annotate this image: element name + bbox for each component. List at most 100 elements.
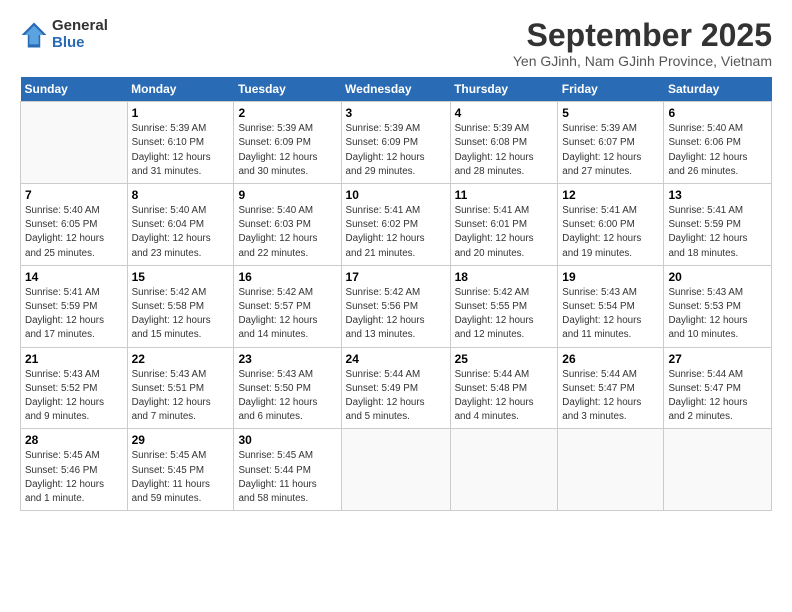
month-title: September 2025 <box>513 18 772 53</box>
day-cell <box>664 429 772 511</box>
week-row-1: 1Sunrise: 5:39 AMSunset: 6:10 PMDaylight… <box>21 102 772 184</box>
day-cell: 6Sunrise: 5:40 AMSunset: 6:06 PMDaylight… <box>664 102 772 184</box>
week-row-5: 28 Sunrise: 5:45 AMSunset: 5:46 PMDayligh… <box>21 429 772 511</box>
day-info: Sunrise: 5:41 AMSunset: 5:59 PMDaylight:… <box>668 204 767 261</box>
day-info: Sunrise: 5:43 AMSunset: 5:53 PMDaylight:… <box>668 286 767 343</box>
day-number: 21 <box>25 352 123 366</box>
day-cell: 20 Sunrise: 5:43 AMSunset: 5:53 PMDayligh… <box>664 265 772 347</box>
day-info: Sunrise: 5:39 AMSunset: 6:09 PMDaylight:… <box>346 122 446 179</box>
day-cell: 14 Sunrise: 5:41 AMSunset: 5:59 PMDayligh… <box>21 265 128 347</box>
day-cell: 21 Sunrise: 5:43 AMSunset: 5:52 PMDayligh… <box>21 347 128 429</box>
day-info: Sunrise: 5:43 AMSunset: 5:54 PMDaylight:… <box>562 286 659 343</box>
day-info: Sunrise: 5:40 AMSunset: 6:05 PMDaylight:… <box>25 204 123 261</box>
day-cell: 17 Sunrise: 5:42 AMSunset: 5:56 PMDayligh… <box>341 265 450 347</box>
day-header-monday: Monday <box>127 77 234 102</box>
day-number: 10 <box>346 188 446 202</box>
day-cell: 9Sunrise: 5:40 AMSunset: 6:03 PMDaylight… <box>234 184 341 266</box>
day-number: 29 <box>132 433 230 447</box>
calendar-table: SundayMondayTuesdayWednesdayThursdayFrid… <box>20 77 772 511</box>
day-cell: 24Sunrise: 5:44 AMSunset: 5:49 PMDayligh… <box>341 347 450 429</box>
day-cell: 3 Sunrise: 5:39 AMSunset: 6:09 PMDaylight… <box>341 102 450 184</box>
day-info: Sunrise: 5:42 AMSunset: 5:58 PMDaylight:… <box>132 286 230 343</box>
page: General Blue September 2025 Yen GJinh, N… <box>0 0 792 521</box>
day-info: Sunrise: 5:45 AMSunset: 5:45 PMDaylight:… <box>132 449 230 506</box>
day-cell <box>341 429 450 511</box>
day-info: Sunrise: 5:39 AMSunset: 6:09 PMDaylight:… <box>238 122 336 179</box>
day-number: 4 <box>455 106 554 120</box>
day-cell: 12Sunrise: 5:41 AMSunset: 6:00 PMDayligh… <box>558 184 664 266</box>
day-info: Sunrise: 5:43 AMSunset: 5:51 PMDaylight:… <box>132 368 230 425</box>
header-row: SundayMondayTuesdayWednesdayThursdayFrid… <box>21 77 772 102</box>
day-cell: 2Sunrise: 5:39 AMSunset: 6:09 PMDaylight… <box>234 102 341 184</box>
week-row-2: 7 Sunrise: 5:40 AMSunset: 6:05 PMDaylight… <box>21 184 772 266</box>
logo-general: General <box>52 18 108 35</box>
day-number: 20 <box>668 270 767 284</box>
day-cell: 10 Sunrise: 5:41 AMSunset: 6:02 PMDayligh… <box>341 184 450 266</box>
day-info: Sunrise: 5:39 AMSunset: 6:07 PMDaylight:… <box>562 122 659 179</box>
day-header-wednesday: Wednesday <box>341 77 450 102</box>
day-info: Sunrise: 5:41 AMSunset: 6:01 PMDaylight:… <box>455 204 554 261</box>
day-info: Sunrise: 5:41 AMSunset: 6:02 PMDaylight:… <box>346 204 446 261</box>
day-number: 17 <box>346 270 446 284</box>
day-cell <box>21 102 128 184</box>
day-info: Sunrise: 5:45 AMSunset: 5:46 PMDaylight:… <box>25 449 123 506</box>
day-cell: 15 Sunrise: 5:42 AMSunset: 5:58 PMDayligh… <box>127 265 234 347</box>
day-cell: 29 Sunrise: 5:45 AMSunset: 5:45 PMDayligh… <box>127 429 234 511</box>
day-number: 18 <box>455 270 554 284</box>
day-number: 12 <box>562 188 659 202</box>
day-number: 27 <box>668 352 767 366</box>
logo: General Blue <box>20 18 108 51</box>
day-cell: 28 Sunrise: 5:45 AMSunset: 5:46 PMDayligh… <box>21 429 128 511</box>
day-header-tuesday: Tuesday <box>234 77 341 102</box>
day-number: 16 <box>238 270 336 284</box>
day-info: Sunrise: 5:41 AMSunset: 5:59 PMDaylight:… <box>25 286 123 343</box>
day-number: 5 <box>562 106 659 120</box>
day-cell: 5 Sunrise: 5:39 AMSunset: 6:07 PMDaylight… <box>558 102 664 184</box>
day-cell: 8Sunrise: 5:40 AMSunset: 6:04 PMDaylight… <box>127 184 234 266</box>
day-cell: 25Sunrise: 5:44 AMSunset: 5:48 PMDayligh… <box>450 347 558 429</box>
day-cell: 18Sunrise: 5:42 AMSunset: 5:55 PMDayligh… <box>450 265 558 347</box>
day-cell: 13 Sunrise: 5:41 AMSunset: 5:59 PMDayligh… <box>664 184 772 266</box>
logo-blue: Blue <box>52 35 108 52</box>
day-number: 6 <box>668 106 767 120</box>
day-number: 14 <box>25 270 123 284</box>
day-number: 30 <box>238 433 336 447</box>
day-number: 25 <box>455 352 554 366</box>
day-info: Sunrise: 5:43 AMSunset: 5:52 PMDaylight:… <box>25 368 123 425</box>
day-cell: 26Sunrise: 5:44 AMSunset: 5:47 PMDayligh… <box>558 347 664 429</box>
day-number: 15 <box>132 270 230 284</box>
day-cell <box>558 429 664 511</box>
day-number: 7 <box>25 188 123 202</box>
day-header-friday: Friday <box>558 77 664 102</box>
day-number: 22 <box>132 352 230 366</box>
day-cell: 7 Sunrise: 5:40 AMSunset: 6:05 PMDaylight… <box>21 184 128 266</box>
day-cell: 22 Sunrise: 5:43 AMSunset: 5:51 PMDayligh… <box>127 347 234 429</box>
day-info: Sunrise: 5:44 AMSunset: 5:47 PMDaylight:… <box>562 368 659 425</box>
day-header-saturday: Saturday <box>664 77 772 102</box>
day-info: Sunrise: 5:44 AMSunset: 5:47 PMDaylight:… <box>668 368 767 425</box>
day-cell: 11 Sunrise: 5:41 AMSunset: 6:01 PMDayligh… <box>450 184 558 266</box>
day-number: 11 <box>455 188 554 202</box>
day-cell: 1Sunrise: 5:39 AMSunset: 6:10 PMDaylight… <box>127 102 234 184</box>
day-info: Sunrise: 5:42 AMSunset: 5:57 PMDaylight:… <box>238 286 336 343</box>
day-cell: 23 Sunrise: 5:43 AMSunset: 5:50 PMDayligh… <box>234 347 341 429</box>
day-info: Sunrise: 5:45 AMSunset: 5:44 PMDaylight:… <box>238 449 336 506</box>
day-cell: 30 Sunrise: 5:45 AMSunset: 5:44 PMDayligh… <box>234 429 341 511</box>
week-row-3: 14 Sunrise: 5:41 AMSunset: 5:59 PMDayligh… <box>21 265 772 347</box>
logo-icon <box>20 21 48 49</box>
day-number: 19 <box>562 270 659 284</box>
day-cell <box>450 429 558 511</box>
day-info: Sunrise: 5:39 AMSunset: 6:10 PMDaylight:… <box>132 122 230 179</box>
day-number: 28 <box>25 433 123 447</box>
title-block: September 2025 Yen GJinh, Nam GJinh Prov… <box>513 18 772 69</box>
day-info: Sunrise: 5:43 AMSunset: 5:50 PMDaylight:… <box>238 368 336 425</box>
day-info: Sunrise: 5:42 AMSunset: 5:56 PMDaylight:… <box>346 286 446 343</box>
day-number: 23 <box>238 352 336 366</box>
day-cell: 4 Sunrise: 5:39 AMSunset: 6:08 PMDaylight… <box>450 102 558 184</box>
day-info: Sunrise: 5:44 AMSunset: 5:49 PMDaylight:… <box>346 368 446 425</box>
day-number: 8 <box>132 188 230 202</box>
day-number: 3 <box>346 106 446 120</box>
day-info: Sunrise: 5:39 AMSunset: 6:08 PMDaylight:… <box>455 122 554 179</box>
day-number: 13 <box>668 188 767 202</box>
logo-text: General Blue <box>52 18 108 51</box>
